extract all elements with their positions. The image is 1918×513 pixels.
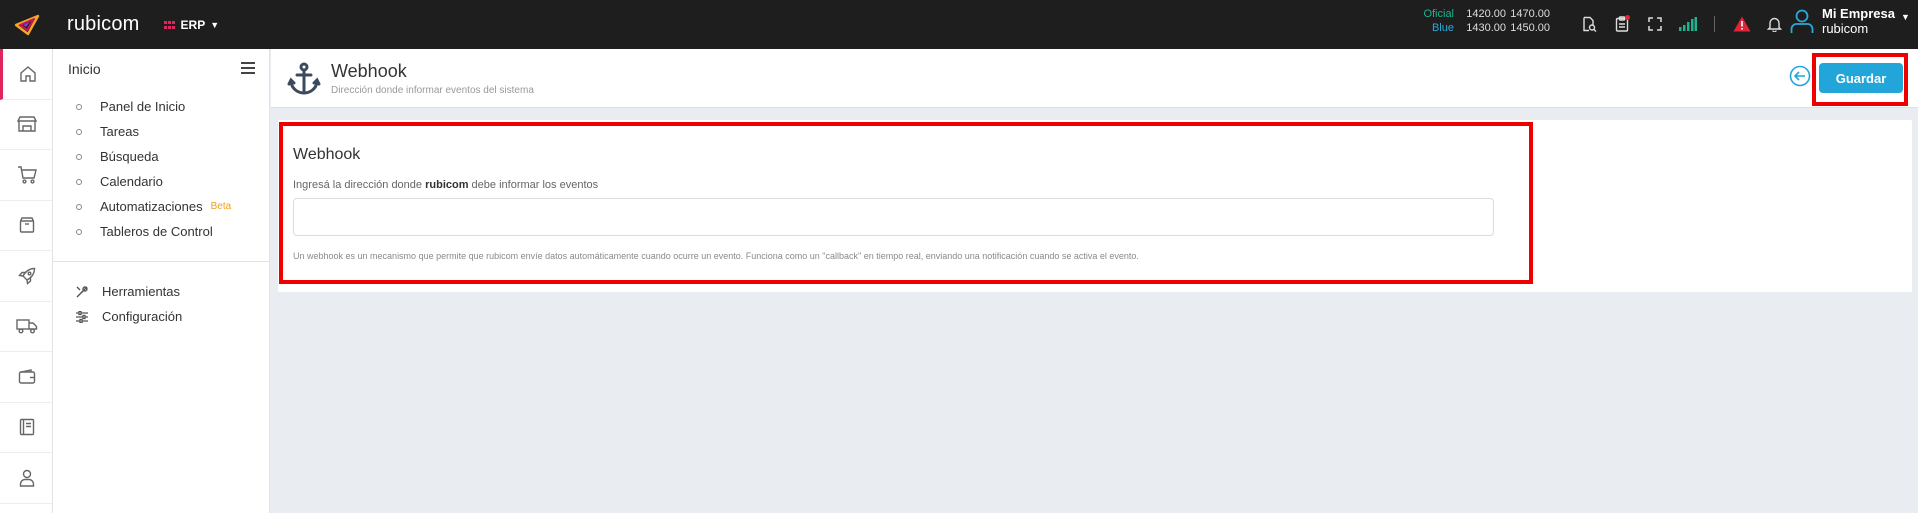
help-text: Un webhook es un mecanismo que permite q…: [293, 251, 1139, 261]
webhook-url-input[interactable]: [293, 198, 1494, 236]
truck-icon[interactable]: [0, 302, 53, 352]
alert-icon[interactable]: [1725, 10, 1758, 38]
sliders-icon: [76, 310, 90, 323]
divider: [1714, 16, 1715, 32]
save-button[interactable]: Guardar: [1819, 63, 1903, 93]
module-selector[interactable]: ERP ▼: [163, 17, 220, 32]
company-name: Mi Empresa: [1822, 6, 1895, 21]
sidebar-item-tareas[interactable]: Tareas: [53, 119, 269, 144]
document-search-icon[interactable]: [1572, 10, 1605, 38]
user-icon: [1790, 9, 1814, 33]
sidebar: Inicio Panel de Inicio Tareas Búsqueda C…: [53, 49, 270, 513]
chevron-down-icon: ▼: [210, 19, 220, 30]
rocket-icon[interactable]: [0, 251, 53, 302]
hamburger-icon[interactable]: [241, 61, 255, 77]
wallet-icon[interactable]: [0, 352, 53, 403]
sidebar-item-herramientas[interactable]: Herramientas: [53, 279, 269, 304]
sidebar-item-configuracion[interactable]: Configuración: [53, 304, 269, 329]
notification-dot: [1625, 15, 1630, 20]
sidebar-item-busqueda[interactable]: Búsqueda: [53, 144, 269, 169]
sidebar-item-label: Tareas: [100, 124, 140, 139]
sidebar-item-label: Configuración: [102, 309, 183, 324]
bullet-icon: [76, 228, 82, 235]
logo-icon[interactable]: [0, 0, 53, 49]
page-header: Webhook Dirección donde informar eventos…: [271, 49, 1918, 108]
sidebar-item-panel-de-inicio[interactable]: Panel de Inicio: [53, 94, 269, 119]
home-icon[interactable]: [0, 49, 53, 100]
store-icon[interactable]: [0, 100, 53, 150]
module-label: ERP: [180, 17, 206, 32]
sidebar-title: Inicio: [68, 61, 101, 77]
brand-name[interactable]: rubicom: [67, 13, 140, 36]
anchor-icon: [287, 62, 321, 101]
book-icon[interactable]: [0, 403, 53, 453]
rate-label-oficial: Oficial: [1423, 8, 1454, 20]
bullet-icon: [76, 128, 82, 135]
signal-icon[interactable]: [1671, 10, 1704, 38]
page-title: Webhook: [331, 61, 407, 81]
clipboard-icon[interactable]: [1605, 10, 1638, 38]
chevron-down-icon: ▼: [1900, 12, 1910, 22]
sidebar-item-label: Panel de Inicio: [100, 99, 186, 114]
rate-oficial-buy: 1420.00: [1466, 8, 1506, 20]
sidebar-item-label: Calendario: [100, 174, 163, 189]
bullet-icon: [76, 103, 82, 110]
beta-badge: Beta: [210, 201, 232, 212]
rate-blue-sell: 1450.00: [1510, 22, 1550, 34]
grid-icon: [163, 18, 175, 32]
sidebar-item-automatizaciones[interactable]: Automatizaciones Beta: [53, 194, 269, 219]
back-arrow-icon[interactable]: [1789, 65, 1811, 87]
icon-rail: [0, 49, 53, 513]
bullet-icon: [76, 153, 82, 160]
page-subtitle: Dirección donde informar eventos del sis…: [331, 85, 534, 96]
bullet-icon: [76, 203, 82, 210]
sidebar-item-label: Automatizaciones: [100, 199, 203, 214]
bullet-icon: [76, 178, 82, 185]
webhook-field-label: Ingresá la dirección donde rubicom debe …: [293, 179, 599, 191]
fullscreen-icon[interactable]: [1638, 10, 1671, 38]
rate-blue-buy: 1430.00: [1466, 22, 1506, 34]
card-title: Webhook: [293, 146, 361, 163]
tools-icon: [76, 285, 90, 298]
rate-label-blue: Blue: [1431, 22, 1454, 34]
rate-oficial-sell: 1470.00: [1510, 8, 1550, 20]
sidebar-item-calendario[interactable]: Calendario: [53, 169, 269, 194]
exchange-rates: Oficial 1420.00 1470.00 Blue 1430.00 145…: [1418, 7, 1550, 35]
person-icon[interactable]: [0, 453, 53, 504]
sidebar-item-label: Herramientas: [102, 284, 181, 299]
user-name: rubicom: [1822, 21, 1869, 36]
bell-icon[interactable]: [1758, 10, 1791, 38]
sidebar-item-label: Búsqueda: [100, 149, 159, 164]
cart-icon[interactable]: [0, 150, 53, 201]
sidebar-item-label: Tableros de Control: [100, 224, 213, 239]
user-menu[interactable]: Mi Empresa rubicom ▼: [1790, 6, 1910, 36]
sidebar-item-tableros-de-control[interactable]: Tableros de Control: [53, 219, 269, 244]
box-icon[interactable]: [0, 201, 53, 251]
divider: [53, 261, 269, 262]
top-bar: rubicom ERP ▼ Oficial 1420.00 1470.00 Bl…: [0, 0, 1918, 49]
